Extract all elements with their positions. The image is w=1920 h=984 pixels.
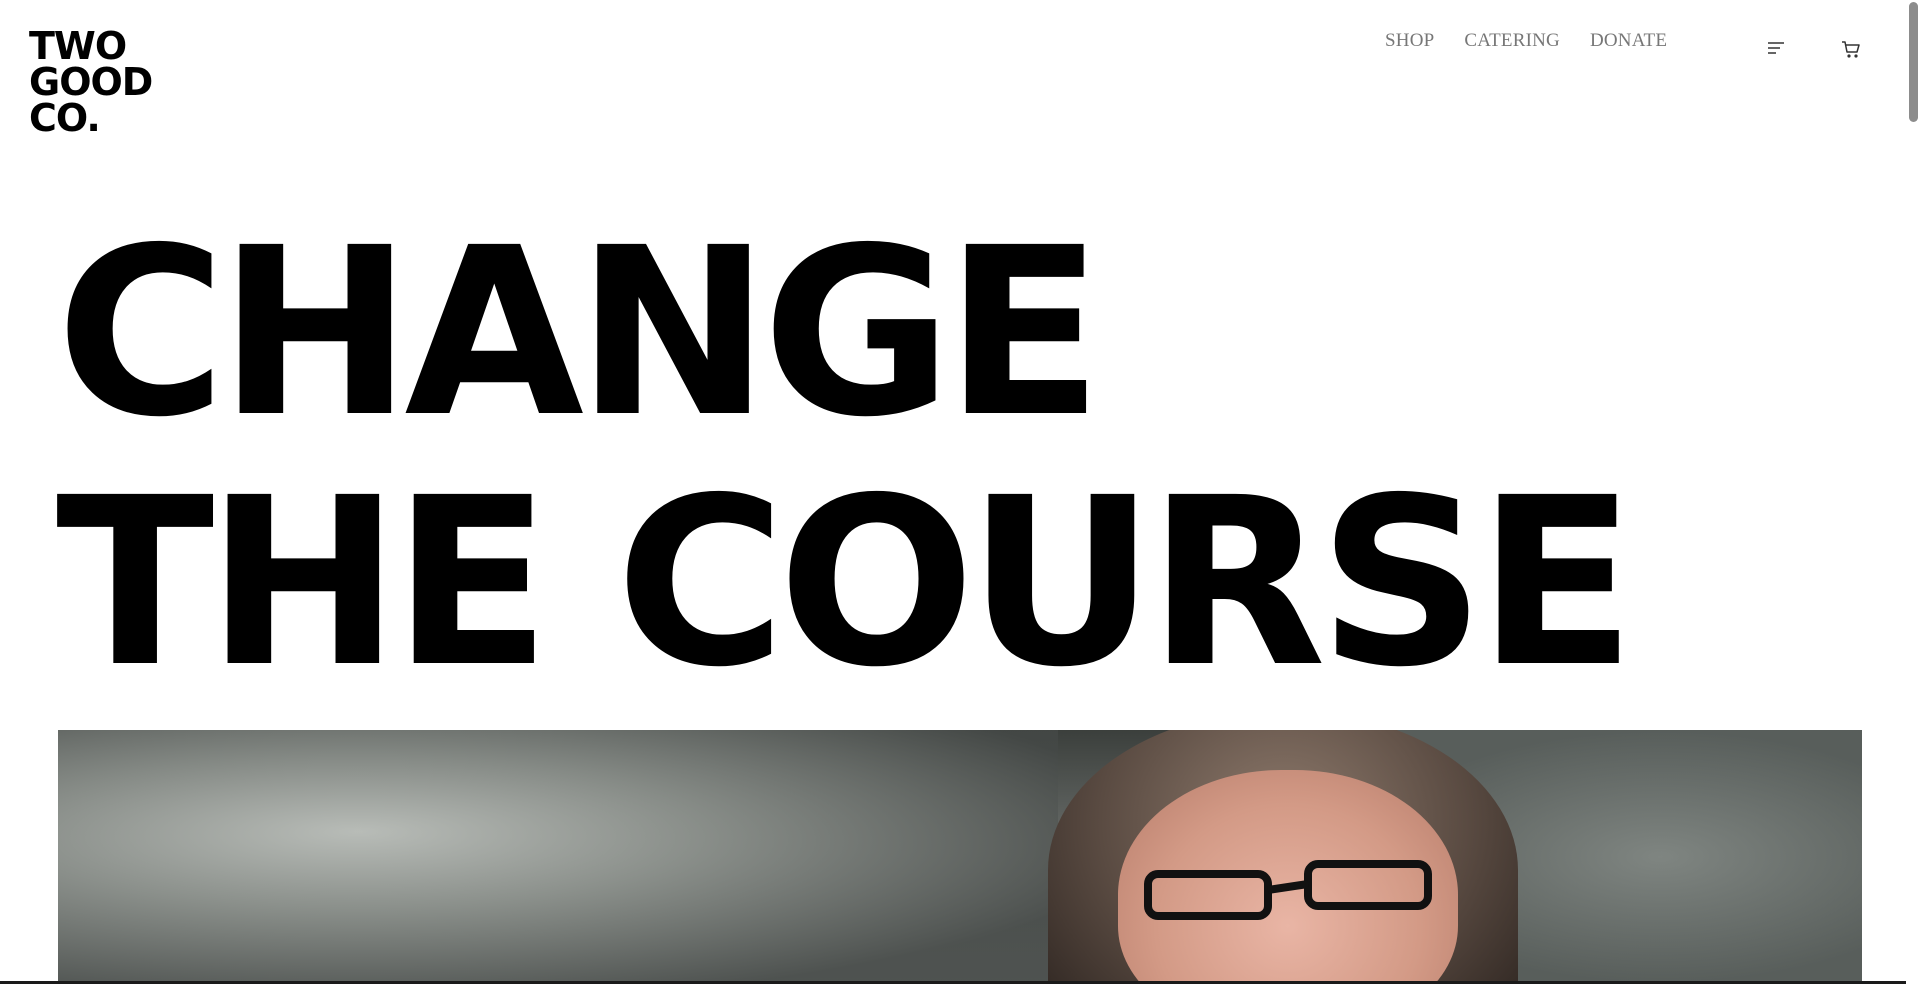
hero-title-line-2: THE COURSE <box>56 448 1636 718</box>
nav-item-donate[interactable]: DONATE <box>1590 30 1667 52</box>
hero-video[interactable] <box>58 730 1862 984</box>
logo-line-3: CO. <box>29 96 101 140</box>
main-nav: SHOP CATERING DONATE <box>1385 30 1667 52</box>
hero-title: CHANGE THE COURSE <box>56 198 1636 718</box>
hero-title-line-1: CHANGE <box>56 198 1103 468</box>
scrollbar[interactable] <box>1906 0 1920 984</box>
brand-logo[interactable]: TWO GOOD CO. <box>29 24 169 140</box>
hamburger-menu-icon[interactable] <box>1766 41 1786 55</box>
cart-icon[interactable] <box>1840 38 1862 60</box>
nav-item-shop[interactable]: SHOP <box>1385 30 1434 52</box>
page: TWO GOOD CO. SHOP CATERING DONATE CHANGE… <box>0 0 1920 984</box>
video-background-blur <box>58 730 1058 984</box>
nav-item-catering[interactable]: CATERING <box>1464 30 1560 52</box>
scrollbar-thumb[interactable] <box>1909 2 1918 122</box>
glasses-icon <box>1144 860 1432 920</box>
logo-line-1: TWO <box>29 24 127 68</box>
logo-line-2: GOOD <box>29 60 153 104</box>
